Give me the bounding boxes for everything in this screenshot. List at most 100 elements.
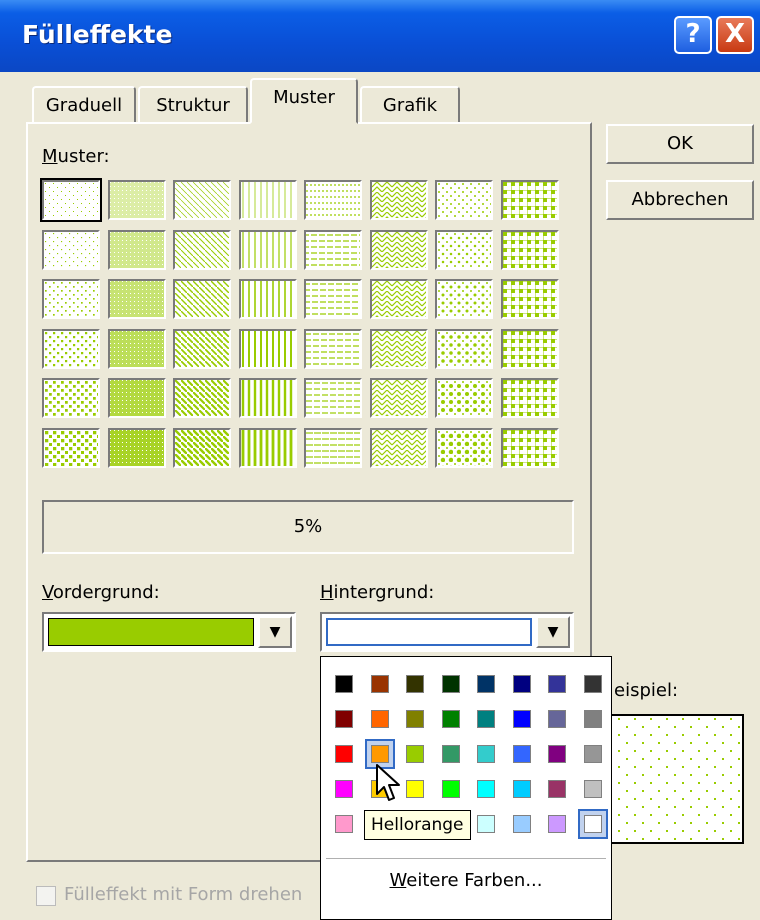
- pattern-swatch[interactable]: [304, 279, 362, 319]
- color-swatch[interactable]: [400, 739, 430, 769]
- cancel-button[interactable]: Abbrechen: [606, 180, 754, 220]
- color-swatch[interactable]: [329, 809, 359, 839]
- color-swatch[interactable]: [578, 704, 608, 734]
- color-swatch[interactable]: [507, 774, 537, 804]
- more-colors-button[interactable]: Weitere Farben...: [320, 870, 612, 891]
- color-swatch[interactable]: [507, 809, 537, 839]
- tab-graduell[interactable]: Graduell: [32, 86, 136, 124]
- pattern-swatch[interactable]: [42, 328, 100, 369]
- color-swatch[interactable]: [542, 774, 572, 804]
- color-swatch[interactable]: [578, 774, 608, 804]
- pattern-swatch[interactable]: [304, 180, 362, 220]
- pattern-swatch[interactable]: [107, 427, 166, 468]
- color-swatch[interactable]: [542, 704, 572, 734]
- pattern-swatch[interactable]: [238, 229, 297, 270]
- pattern-swatch[interactable]: [500, 378, 559, 418]
- pattern-swatch[interactable]: [500, 180, 559, 220]
- pattern-swatch[interactable]: [42, 279, 100, 319]
- pattern-swatch[interactable]: [369, 328, 428, 369]
- pattern-swatch[interactable]: [238, 279, 297, 319]
- tab-muster[interactable]: Muster: [250, 78, 358, 124]
- color-swatch[interactable]: [436, 669, 466, 699]
- pattern-swatch[interactable]: [107, 229, 166, 270]
- pattern-swatch[interactable]: [173, 279, 231, 319]
- color-swatch[interactable]: [365, 704, 395, 734]
- pattern-swatch[interactable]: [369, 180, 428, 220]
- pattern-swatch[interactable]: [107, 279, 166, 319]
- color-swatch[interactable]: [578, 669, 608, 699]
- ok-button[interactable]: OK: [606, 124, 754, 164]
- color-swatch[interactable]: [577, 809, 608, 839]
- pattern-swatch[interactable]: [500, 427, 559, 468]
- close-button[interactable]: X: [716, 16, 754, 54]
- chevron-down-icon[interactable]: ▼: [258, 616, 292, 648]
- color-swatch[interactable]: [365, 669, 395, 699]
- pattern-swatch[interactable]: [107, 328, 166, 369]
- pattern-swatch[interactable]: [435, 378, 493, 418]
- color-swatch[interactable]: [471, 704, 501, 734]
- color-swatch[interactable]: [471, 739, 501, 769]
- title-bar: Fülleffekte ? X: [0, 0, 760, 72]
- pattern-swatch[interactable]: [304, 328, 362, 369]
- color-swatch[interactable]: [400, 704, 430, 734]
- color-swatch[interactable]: [471, 669, 501, 699]
- color-chip: [477, 745, 495, 763]
- pattern-swatch[interactable]: [238, 328, 297, 369]
- pattern-swatch[interactable]: [435, 279, 493, 319]
- hintergrund-dropdown[interactable]: ▼: [320, 612, 574, 652]
- color-swatch[interactable]: [471, 809, 501, 839]
- color-swatch[interactable]: [507, 739, 537, 769]
- color-swatch[interactable]: [542, 739, 572, 769]
- tab-grafik[interactable]: Grafik: [360, 86, 460, 124]
- pattern-swatch[interactable]: [435, 180, 493, 220]
- pattern-swatch[interactable]: [107, 378, 166, 418]
- pattern-swatch[interactable]: [42, 378, 100, 418]
- color-swatch[interactable]: [329, 774, 359, 804]
- pattern-swatch[interactable]: [435, 427, 493, 468]
- pattern-swatch[interactable]: [173, 378, 231, 418]
- rotate-with-shape-checkbox[interactable]: [36, 886, 56, 906]
- pattern-swatch[interactable]: [500, 328, 559, 369]
- color-swatch[interactable]: [471, 774, 501, 804]
- color-swatch[interactable]: [329, 669, 359, 699]
- pattern-swatch[interactable]: [173, 229, 231, 270]
- pattern-swatch[interactable]: [369, 229, 428, 270]
- pattern-swatch[interactable]: [173, 427, 231, 468]
- pattern-swatch[interactable]: [500, 279, 559, 319]
- color-swatch[interactable]: [400, 774, 430, 804]
- pattern-swatch[interactable]: [369, 378, 428, 418]
- chevron-down-icon[interactable]: ▼: [536, 616, 570, 648]
- pattern-swatch[interactable]: [42, 427, 100, 468]
- pattern-swatch[interactable]: [238, 378, 297, 418]
- pattern-swatch[interactable]: [238, 427, 297, 468]
- pattern-swatch[interactable]: [238, 180, 297, 220]
- pattern-swatch[interactable]: [369, 427, 428, 468]
- pattern-swatch[interactable]: [304, 229, 362, 270]
- color-swatch[interactable]: [329, 739, 359, 769]
- vordergrund-label: Vordergrund:: [42, 582, 160, 603]
- pattern-swatch[interactable]: [369, 279, 428, 319]
- vordergrund-dropdown[interactable]: ▼: [42, 612, 296, 652]
- tab-struktur[interactable]: Struktur: [138, 86, 248, 124]
- color-swatch[interactable]: [436, 739, 466, 769]
- color-swatch[interactable]: [542, 809, 572, 839]
- pattern-swatch[interactable]: [435, 328, 493, 369]
- color-swatch[interactable]: [329, 704, 359, 734]
- color-swatch[interactable]: [436, 774, 466, 804]
- pattern-swatch[interactable]: [500, 229, 559, 270]
- help-button[interactable]: ?: [674, 16, 712, 54]
- pattern-swatch[interactable]: [435, 229, 493, 270]
- pattern-swatch[interactable]: [304, 378, 362, 418]
- pattern-swatch[interactable]: [107, 180, 166, 220]
- color-swatch[interactable]: [436, 704, 466, 734]
- color-swatch[interactable]: [507, 669, 537, 699]
- pattern-swatch[interactable]: [42, 229, 100, 270]
- color-swatch[interactable]: [578, 739, 608, 769]
- pattern-swatch[interactable]: [173, 180, 231, 220]
- pattern-swatch[interactable]: [173, 328, 231, 369]
- pattern-swatch[interactable]: [40, 178, 102, 222]
- color-swatch[interactable]: [400, 669, 430, 699]
- color-swatch[interactable]: [542, 669, 572, 699]
- color-swatch[interactable]: [507, 704, 537, 734]
- pattern-swatch[interactable]: [304, 427, 362, 468]
